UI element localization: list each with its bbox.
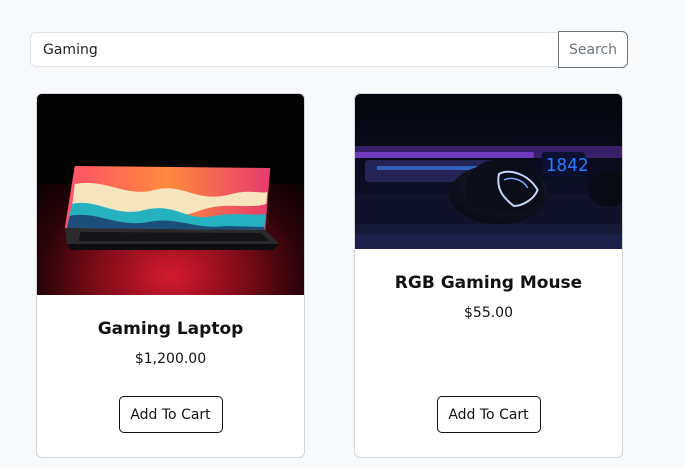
card-body: RGB Gaming Mouse $55.00 Add To Cart — [355, 249, 622, 433]
search-button[interactable]: Search — [558, 31, 628, 68]
svg-text:1842: 1842 — [546, 155, 589, 176]
product-title: Gaming Laptop — [97, 319, 244, 339]
product-title: RGB Gaming Mouse — [394, 273, 583, 293]
search-bar: Search — [30, 31, 628, 68]
product-card-gaming-laptop: Gaming Laptop $1,200.00 Add To Cart — [36, 93, 305, 458]
card-body: Gaming Laptop $1,200.00 Add To Cart — [37, 295, 304, 433]
mouse-photo[interactable]: 1842 — [355, 94, 622, 249]
product-price: $1,200.00 — [134, 351, 207, 367]
search-input[interactable] — [30, 32, 558, 67]
add-to-cart-button[interactable]: Add To Cart — [436, 396, 541, 433]
product-card-rgb-gaming-mouse: 1842 RGB Gaming Mouse $55.00 Add To Cart — [354, 93, 623, 458]
product-price: $55.00 — [464, 305, 513, 321]
add-to-cart-button[interactable]: Add To Cart — [118, 396, 223, 433]
laptop-photo[interactable] — [37, 94, 304, 295]
